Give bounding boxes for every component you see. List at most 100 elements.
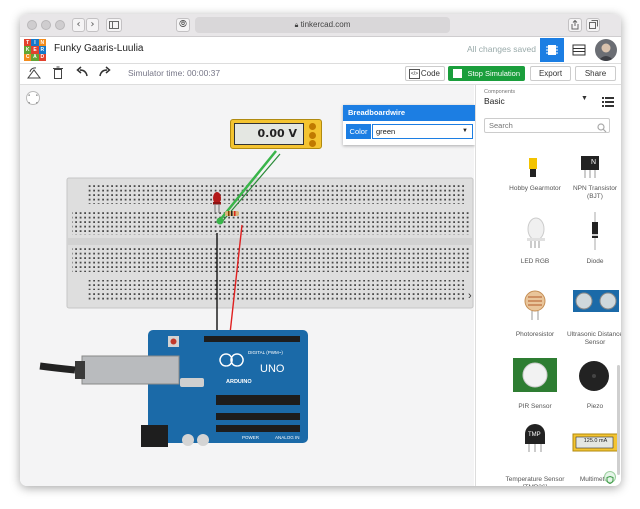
url-text: tinkercad.com (300, 20, 351, 29)
browser-chrome: ‹ › ⦾ 🔒︎ tinkercad.com (20, 14, 621, 37)
arduino-model-label: UNO (260, 363, 285, 375)
user-icon (598, 43, 614, 61)
led-rgb-icon[interactable] (527, 217, 545, 248)
components-label: Components (484, 89, 516, 95)
search-icon (597, 120, 607, 138)
reader-button[interactable]: ⦾ (176, 18, 190, 32)
stop-simulation-label: Stop Simulation (467, 69, 520, 78)
digital-pins-label: DIGITAL (PWM~) (248, 350, 283, 355)
share-button[interactable]: Share (575, 66, 616, 81)
logo-letter: N (38, 39, 46, 47)
multimeter-reading: 0.00 V (234, 123, 304, 145)
forward-button[interactable]: › (86, 18, 99, 32)
diode-icon[interactable] (592, 212, 598, 250)
rotate-button[interactable] (26, 66, 42, 82)
list-view-icon (572, 44, 586, 56)
zoom-window-button[interactable] (55, 20, 65, 30)
breadboard[interactable] (66, 177, 474, 309)
stop-simulation-button[interactable]: Stop Simulation (448, 66, 525, 81)
export-button[interactable]: Export (530, 66, 571, 81)
logo-letter: I (31, 39, 39, 47)
component-label[interactable]: Ultrasonic Distance Sensor (565, 331, 621, 347)
back-button[interactable]: ‹ (72, 18, 85, 32)
power-label: POWER (242, 435, 260, 440)
user-avatar[interactable] (595, 39, 617, 61)
save-status: All changes saved (467, 44, 536, 54)
circuit-view-button[interactable] (540, 38, 564, 62)
stop-icon (453, 69, 462, 78)
simulator-time: Simulator time: 00:00:37 (128, 68, 221, 78)
browser-window: ‹ › ⦾ 🔒︎ tinkercad.com TINKERCAD Funky G… (20, 14, 621, 486)
tinkercad-logo[interactable]: TINKERCAD (24, 39, 46, 61)
rotate-icon (27, 67, 41, 79)
probe-port[interactable] (309, 123, 316, 130)
probe-port[interactable] (309, 140, 316, 147)
component-label[interactable]: LED RGB (505, 258, 565, 266)
probe-port[interactable] (309, 132, 316, 139)
component-label[interactable]: Piezo (565, 403, 621, 411)
address-bar[interactable]: 🔒︎ tinkercad.com (195, 17, 450, 33)
tabs-overview-button[interactable] (586, 18, 600, 32)
minimize-window-button[interactable] (41, 20, 51, 30)
code-button[interactable]: </> Code (405, 66, 445, 81)
component-label[interactable]: Hobby Gearmotor (505, 185, 565, 193)
component-search-input[interactable] (484, 118, 610, 133)
pir-sensor-icon[interactable] (513, 358, 557, 392)
inspector-title: Breadboardwire (343, 105, 475, 121)
component-label[interactable]: Photoresistor (505, 331, 565, 339)
reader-icon: ⦾ (179, 19, 187, 30)
multimeter-icon-reading: 125.0 mA (583, 438, 608, 444)
undo-icon (76, 66, 88, 77)
export-label: Export (538, 69, 563, 78)
photoresistor-icon[interactable] (524, 290, 546, 320)
redo-button[interactable] (97, 66, 113, 82)
shield-icon (606, 475, 614, 485)
component-category-select[interactable]: Basic (484, 96, 505, 106)
code-button-label: Code (420, 69, 440, 78)
chevron-right-icon: › (468, 290, 472, 302)
wire-endpoint[interactable] (216, 217, 224, 225)
forward-icon: › (90, 19, 95, 30)
design-title[interactable]: Funky Gaaris-Luulia (54, 43, 143, 54)
scrollbar[interactable] (617, 365, 620, 475)
component-label[interactable]: PIR Sensor (505, 403, 565, 411)
share-page-button[interactable] (568, 18, 582, 32)
chevron-down-icon[interactable]: ▼ (581, 95, 588, 102)
components-panel: Components Basic ▼ N TMP 125.0 mA Hobby … (475, 85, 621, 486)
color-label: Color (346, 124, 371, 139)
app-header: TINKERCAD Funky Gaaris-Luulia All change… (20, 37, 621, 64)
logo-letter: D (38, 53, 46, 61)
piezo-icon[interactable] (579, 361, 609, 391)
logo-letter: K (24, 46, 32, 54)
component-label[interactable]: NPN Transistor (BJT) (565, 185, 621, 201)
list-toggle-button[interactable] (602, 94, 616, 107)
redo-icon (99, 66, 111, 77)
component-list-button[interactable] (567, 38, 591, 62)
sidebar-icon (109, 21, 119, 29)
secure-badge (604, 471, 616, 485)
sidebar-toggle-button[interactable] (106, 18, 122, 32)
arduino-brand-label: ARDUINO (226, 379, 252, 385)
code-icon: </> (409, 69, 420, 79)
resistor[interactable] (225, 211, 239, 216)
sidebar-collapse-handle[interactable]: › (468, 290, 472, 302)
undo-button[interactable] (74, 66, 90, 82)
share-icon (571, 19, 579, 30)
logo-letter: E (31, 46, 39, 54)
logo-letter: T (24, 39, 32, 47)
temperature-sensor-icon[interactable] (525, 424, 545, 452)
wire-color-select[interactable]: green ▼ (372, 124, 473, 139)
arduino-uno-board[interactable] (39, 330, 308, 447)
delete-button[interactable] (50, 66, 66, 82)
chip-icon (546, 45, 558, 55)
close-window-button[interactable] (27, 20, 37, 30)
trash-icon (53, 66, 63, 79)
component-label[interactable]: Temperature Sensor [TMP36] (505, 476, 565, 486)
npn-transistor-icon[interactable] (581, 156, 599, 178)
multimeter[interactable]: 0.00 V (230, 119, 322, 149)
component-label[interactable]: Diode (565, 258, 621, 266)
wire-color-value: green (376, 127, 396, 136)
circuit-canvas[interactable]: ARDUINO UNO DIGITAL (PWM~) POWER ANALOG … (20, 85, 475, 486)
hobby-gearmotor-icon[interactable] (529, 158, 537, 177)
ultrasonic-sensor-icon[interactable] (573, 290, 619, 312)
